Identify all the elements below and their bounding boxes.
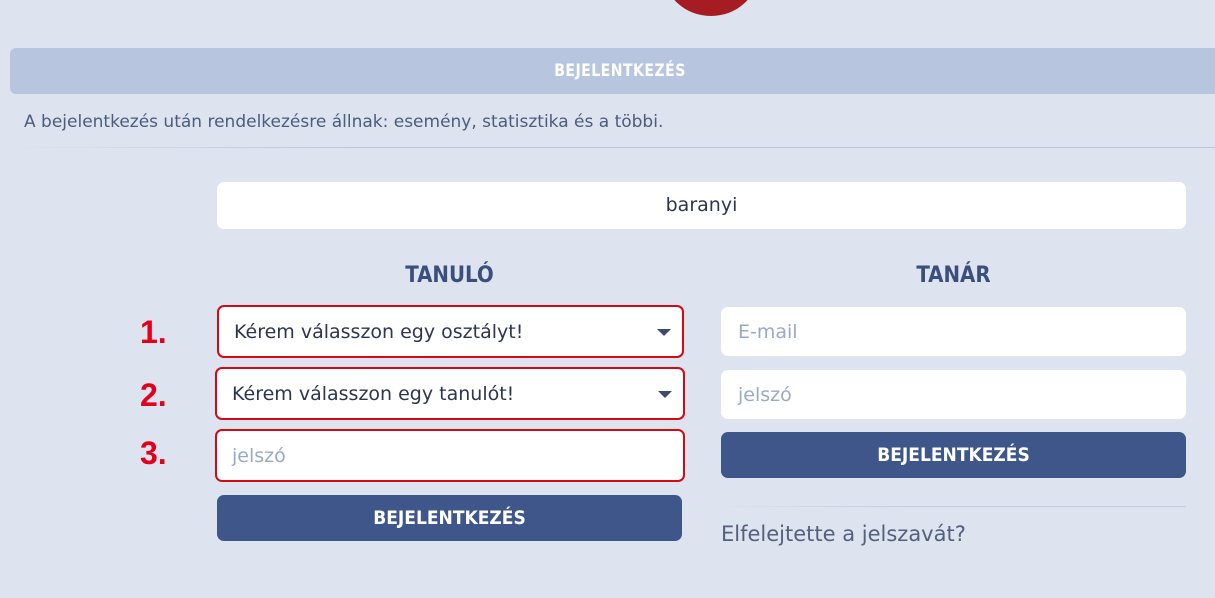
divider: [721, 506, 1186, 507]
student-password-placeholder: jelszó: [232, 444, 286, 467]
teacher-login-button[interactable]: BEJELENTKEZÉS: [721, 432, 1186, 478]
divider: [10, 147, 1215, 148]
student-select[interactable]: Kérem válasszon egy tanulót!: [215, 367, 685, 420]
forgot-password-link[interactable]: Elfelejtette a jelszavát?: [721, 522, 966, 546]
login-title: BEJELENTKEZÉS: [554, 61, 686, 81]
student-select-value: Kérem válasszon egy tanulót!: [232, 382, 515, 405]
student-heading: TANULÓ: [405, 263, 494, 288]
login-title-bar: BEJELENTKEZÉS: [10, 48, 1215, 94]
chevron-down-icon: [658, 390, 672, 398]
teacher-email-field[interactable]: E-mail: [721, 307, 1186, 356]
teacher-password-placeholder: jelszó: [738, 383, 792, 406]
teacher-heading: TANÁR: [916, 263, 991, 288]
login-info-text: A bejelentkezés után rendelkezésre állna…: [24, 112, 664, 132]
chevron-down-icon: [657, 328, 671, 336]
step-number-3: 3.: [140, 435, 167, 471]
teacher-password-field[interactable]: jelszó: [721, 370, 1186, 419]
class-select[interactable]: Kérem válasszon egy osztályt!: [217, 305, 684, 358]
student-password-field[interactable]: jelszó: [215, 429, 685, 482]
class-select-value: Kérem válasszon egy osztályt!: [234, 320, 524, 343]
step-number-2: 2.: [140, 377, 167, 413]
school-logo: [664, 0, 758, 16]
step-number-1: 1.: [140, 314, 167, 350]
school-input[interactable]: baranyi: [217, 182, 1186, 229]
student-login-button[interactable]: BEJELENTKEZÉS: [217, 495, 682, 541]
teacher-email-placeholder: E-mail: [738, 320, 798, 343]
